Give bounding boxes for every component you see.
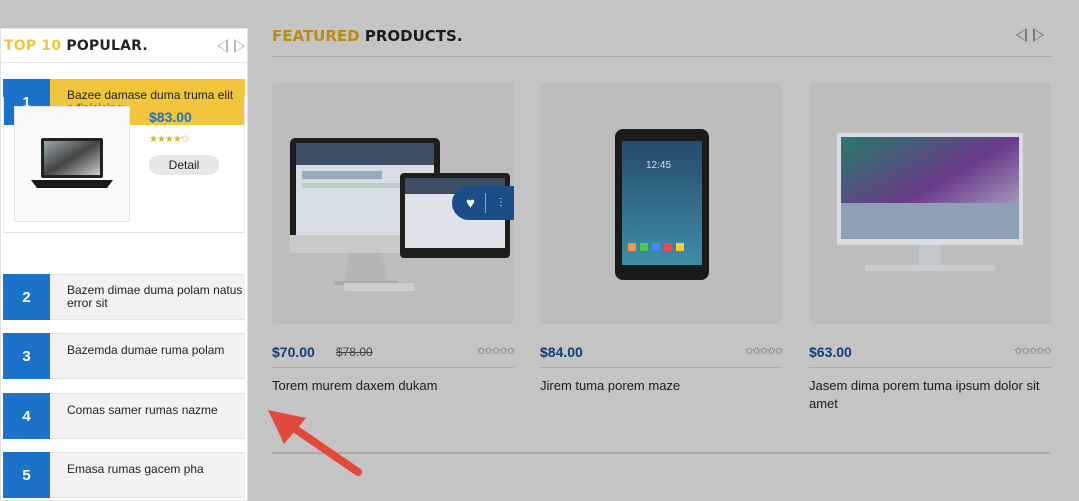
rating-stars-icon: ✩✩✩✩✩ xyxy=(477,346,515,357)
featured-title: FEATURED PRODUCTS. xyxy=(272,27,463,45)
featured-divider xyxy=(272,56,1052,57)
product-image[interactable]: 12:45 xyxy=(540,83,782,324)
product-name[interactable]: Jasem dima porem tuma ipsum dolor sit am… xyxy=(809,377,1051,413)
price-row: $84.00 ✩✩✩✩✩ xyxy=(540,342,783,368)
popular-item-label[interactable]: Comas samer rumas nazme xyxy=(50,393,245,439)
svg-text:12:45: 12:45 xyxy=(646,160,671,171)
product-old-price: $78.00 xyxy=(336,345,373,359)
product-card[interactable]: 12:45 $84.00 ✩✩✩✩✩ Jirem tuma porem maze xyxy=(540,83,783,393)
product-price: $84.00 xyxy=(540,344,583,360)
section-divider xyxy=(272,452,1050,454)
product-actions: ♥ ⋮ xyxy=(452,186,514,220)
featured-title-main: PRODUCTS. xyxy=(364,27,463,45)
annotation-arrow-icon xyxy=(268,410,362,476)
rank-badge: 2 xyxy=(3,274,50,320)
popular-item-label[interactable]: Emasa rumas gacem pha xyxy=(50,452,245,498)
price-row: $70.00 $78.00 ✩✩✩✩✩ xyxy=(272,342,515,368)
product-price: $63.00 xyxy=(809,344,852,360)
featured-nav xyxy=(1016,28,1044,42)
tablet-image: 12:45 xyxy=(615,129,709,280)
more-icon[interactable]: ⋮ xyxy=(496,198,506,208)
product-card[interactable]: ♥ ⋮ $70.00 $78.00 ✩✩✩✩✩ Torem murem daxe… xyxy=(272,83,515,393)
popular-item-4[interactable]: 4 Comas samer rumas nazme xyxy=(3,393,245,439)
active-price: $83.00 xyxy=(149,109,192,125)
featured-title-accent: FEATURED xyxy=(272,27,360,45)
popular-title: TOP 10 POPULAR. xyxy=(4,38,148,54)
popular-title-accent: TOP 10 xyxy=(4,37,62,54)
product-image[interactable]: ♥ ⋮ xyxy=(272,83,514,324)
product-name[interactable]: Jirem tuma porem maze xyxy=(540,377,782,395)
product-card[interactable]: $63.00 ✩✩✩✩✩ Jasem dima porem tuma ipsum… xyxy=(809,83,1052,411)
detail-button[interactable]: Detail xyxy=(149,155,219,175)
laptop-thumbnail[interactable] xyxy=(14,106,130,222)
product-image[interactable] xyxy=(809,83,1051,324)
popular-nav xyxy=(217,39,245,53)
monitor-image xyxy=(837,133,1023,271)
product-price: $70.00 xyxy=(272,344,315,360)
rating-stars-icon: ★★★★✩ xyxy=(149,134,189,145)
popular-item-label[interactable]: Bazemda dumae ruma polam xyxy=(50,333,245,379)
divider xyxy=(484,193,486,213)
popular-item-3[interactable]: 3 Bazemda dumae ruma polam xyxy=(3,333,245,379)
next-arrow-icon[interactable] xyxy=(1033,28,1044,42)
laptop-image xyxy=(31,138,113,188)
heart-icon[interactable]: ♥ xyxy=(466,195,475,212)
rank-badge: 5 xyxy=(3,452,50,498)
popular-item-5[interactable]: 5 Emasa rumas gacem pha xyxy=(3,452,245,498)
next-arrow-icon[interactable] xyxy=(234,39,245,53)
rank-badge: 4 xyxy=(3,393,50,439)
popular-active-detail: $83.00 ★★★★✩ Detail xyxy=(3,97,245,233)
popular-title-main: POPULAR. xyxy=(66,37,148,54)
prev-arrow-icon[interactable] xyxy=(217,39,228,53)
popular-item-2[interactable]: 2 Bazem dimae duma polam natus error sit xyxy=(3,274,245,320)
prev-arrow-icon[interactable] xyxy=(1016,28,1027,42)
product-name[interactable]: Torem murem daxem dukam xyxy=(272,377,514,395)
price-row: $63.00 ✩✩✩✩✩ xyxy=(809,342,1052,368)
rank-badge: 3 xyxy=(3,333,50,379)
popular-item-label[interactable]: Bazem dimae duma polam natus error sit xyxy=(50,274,245,320)
popular-header: TOP 10 POPULAR. xyxy=(1,29,247,63)
rating-stars-icon: ✩✩✩✩✩ xyxy=(1014,346,1052,357)
rating-stars-icon: ✩✩✩✩✩ xyxy=(745,346,783,357)
